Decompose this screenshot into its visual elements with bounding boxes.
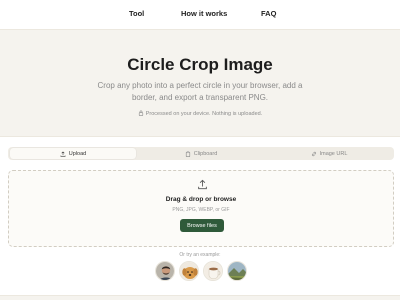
footer-divider: [0, 295, 400, 300]
dog-example[interactable]: [179, 261, 199, 281]
lock-icon: [138, 110, 143, 116]
browse-files-button[interactable]: Browse files: [180, 219, 224, 232]
file-dropzone[interactable]: Drag & drop or browse PNG, JPG, WEBP, or…: [8, 170, 394, 247]
upload-icon: [198, 179, 207, 190]
man-portrait-example[interactable]: [155, 261, 175, 281]
privacy-note-text: Processed on your device. Nothing is upl…: [145, 111, 263, 117]
page-title: Circle Crop Image: [127, 55, 273, 74]
hero-section: Circle Crop Image Crop any photo into a …: [0, 30, 400, 134]
dropzone-formats: PNG, JPG, WEBP, or GIF: [172, 207, 230, 213]
nav-how-it-works-link[interactable]: How it works: [181, 9, 227, 18]
link-icon: [311, 151, 316, 156]
input-source-tabs: Upload Clipboard Image URL: [8, 147, 394, 160]
tab-image-url[interactable]: Image URL: [266, 148, 392, 159]
coffee-cup-example[interactable]: [203, 261, 223, 281]
page-subtitle: Crop any photo into a perfect circle in …: [97, 81, 303, 102]
clipboard-icon: [185, 150, 190, 157]
tab-upload-label: Upload: [68, 150, 87, 157]
tab-clipboard-label: Clipboard: [193, 150, 218, 157]
tab-image-url-label: Image URL: [319, 150, 348, 157]
upload-icon: [60, 150, 66, 157]
tab-clipboard[interactable]: Clipboard: [138, 148, 264, 159]
dropzone-title: Drag & drop or browse: [165, 196, 237, 203]
tab-upload[interactable]: Upload: [10, 148, 136, 159]
top-navigation: Tool How it works FAQ: [0, 0, 400, 30]
nav-tool-link[interactable]: Tool: [129, 9, 144, 18]
landscape-example[interactable]: [227, 261, 247, 281]
examples-label: Or try an example:: [179, 252, 221, 258]
nav-faq-link[interactable]: FAQ: [261, 9, 276, 18]
tool-card: Upload Clipboard Image URL Drag & drop o…: [0, 136, 400, 300]
example-images: [155, 261, 247, 281]
privacy-note: Processed on your device. Nothing is upl…: [0, 110, 400, 117]
